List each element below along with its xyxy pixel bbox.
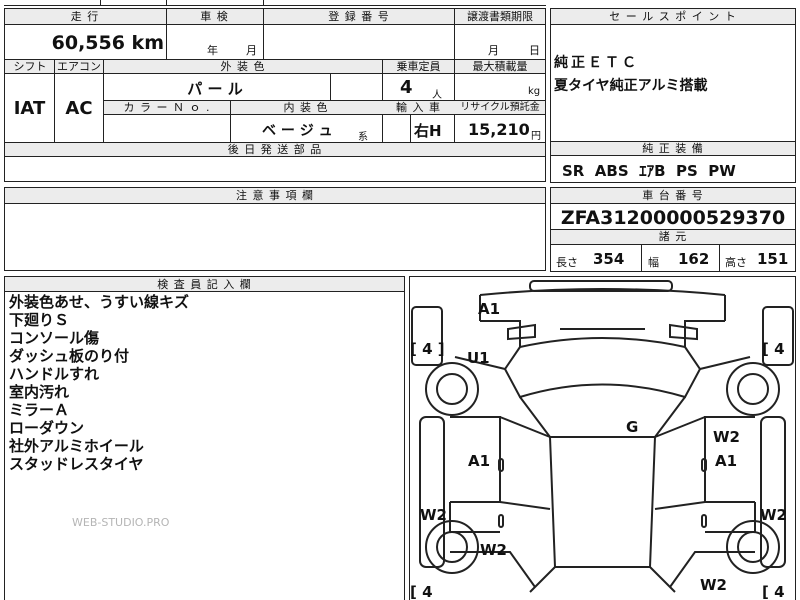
rear-left-wheel (425, 520, 479, 574)
color-no-label: カ ラ ー Ｎ ｏ . (123, 101, 211, 114)
shift-label: シフト (13, 60, 47, 73)
front-right-wheel (726, 362, 780, 416)
mileage-value: 60,556 km (51, 32, 164, 54)
top-strip-divider (263, 0, 264, 5)
import-value: 右H (414, 122, 442, 140)
inspector-note: ダッシュ板のり付 (9, 347, 130, 365)
tire-tread-rear-left: [ 4 (410, 583, 433, 600)
exterior-color-value: パ ー ル (187, 80, 243, 98)
damage-mark: A1 (715, 452, 738, 470)
inspector-notes: 外装色あせ、うすい線キズ 下廻りＳ コンソール傷 ダッシュ板のり付 ハンドルすれ… (9, 293, 189, 473)
shift-value: IAT (13, 98, 46, 119)
mileage-label: 走 行 (70, 10, 100, 23)
inspector-note: スタッドレスタイヤ (9, 455, 144, 473)
recycle-unit: 円 (531, 131, 541, 142)
rear-right-wheel (726, 520, 780, 574)
inspector-note: 外装色あせ、うすい線キズ (9, 293, 190, 311)
inspector-note: ミラーＡ (9, 401, 70, 419)
max-load-label: 最大積載量 (472, 60, 528, 73)
roof-outline (549, 436, 656, 568)
divider (641, 245, 642, 272)
left-sill-outline (419, 416, 445, 568)
damage-mark: W2 (700, 576, 727, 594)
capacity-value: 4 (400, 77, 413, 98)
sales-points-label: セ ー ル ス ポ イ ン ト (609, 10, 737, 23)
damage-mark: W2 (760, 506, 787, 524)
inspector-note: ローダウン (9, 419, 85, 437)
watermark: WEB-STUDIO.PRO (72, 516, 170, 529)
top-strip-divider (166, 0, 167, 5)
inspector-note: ハンドルすれ (9, 365, 100, 383)
sales-point-line: 純正ＥＴＣ (554, 55, 639, 71)
chassis-number: ZFA31200000529370 (560, 207, 786, 229)
interior-color-value: ベ ー ジ ュ (262, 123, 333, 139)
capacity-unit: 人 (432, 90, 442, 101)
windshield-outline (503, 346, 702, 399)
front-left-wheel (425, 362, 479, 416)
interior-color-suffix: 系 (358, 132, 368, 143)
tire-tread-rear-right: [ 4 (762, 583, 785, 600)
damage-mark: A1 (468, 452, 491, 470)
recycle-value: 15,210 (468, 120, 530, 139)
caution-label: 注 意 事 項 欄 (236, 189, 314, 202)
divider (719, 245, 720, 272)
chassis-label: 車 台 番 号 (642, 189, 704, 202)
inspection-month: 月 (246, 44, 257, 57)
length-value: 354 (593, 250, 625, 268)
length-label: 長さ (556, 256, 578, 269)
right-headlight-outline (669, 323, 698, 341)
inspection-label: 車 検 (200, 10, 229, 23)
ac-value: AC (65, 98, 93, 119)
registration-label: 登 録 番 号 (328, 10, 390, 23)
spec-label: 諸 元 (658, 230, 688, 243)
interior-color-label: 内 装 色 (283, 101, 329, 114)
damage-mark: W2 (480, 541, 507, 559)
inspector-note: コンソール傷 (9, 329, 100, 347)
genuine-equipment-label: 純 正 装 備 (642, 142, 704, 155)
capacity-label: 乗車定員 (396, 60, 441, 73)
damage-mark: W2 (420, 506, 447, 524)
recycle-label: リサイクル預託金 (460, 102, 540, 113)
top-strip-line (4, 5, 546, 6)
exterior-color-label: 外 装 色 (220, 60, 266, 73)
divider (263, 9, 264, 59)
inspection-year: 年 (207, 44, 218, 57)
divider (166, 9, 167, 59)
divider (230, 100, 231, 142)
damage-mark: G (626, 418, 639, 436)
import-label: 輸 入 車 (396, 101, 441, 114)
ac-label: エアコン (57, 60, 101, 73)
tire-tread-front-left: [ 4 ] (410, 340, 445, 358)
divider (410, 115, 411, 142)
transfer-month: 月 (488, 44, 499, 57)
genuine-equipment-value: SR ABS ｴｱB PS PW (562, 162, 736, 180)
inspector-note: 室内汚れ (9, 383, 70, 401)
transfer-deadline-label: 譲渡書類期限 (467, 10, 533, 23)
width-label: 幅 (648, 256, 659, 269)
damage-mark: A1 (478, 300, 501, 318)
transfer-day: 日 (529, 44, 540, 57)
damage-mark: U1 (467, 349, 490, 367)
left-headlight-outline (507, 323, 536, 341)
top-strip-divider (100, 0, 101, 5)
tire-tread-front-right: [ 4 (762, 340, 785, 358)
height-value: 151 (757, 250, 789, 268)
right-sill-outline (760, 416, 786, 568)
sales-points-list: 純正ＥＴＣ 夏タイヤ純正アルミ搭載 (554, 52, 707, 98)
damage-mark: W2 (713, 428, 740, 446)
divider (454, 9, 455, 59)
width-value: 162 (678, 250, 710, 268)
inspector-note: 社外アルミホイール (9, 437, 144, 455)
sales-point-line: 夏タイヤ純正アルミ搭載 (554, 78, 708, 94)
later-parts-label: 後 日 発 送 部 品 (227, 143, 323, 156)
inspector-label: 検 査 員 記 入 欄 (157, 278, 252, 291)
max-load-unit: kg (528, 86, 541, 97)
inspector-note: 下廻りＳ (9, 311, 70, 329)
divider (330, 74, 331, 100)
height-label: 高さ (725, 256, 747, 269)
